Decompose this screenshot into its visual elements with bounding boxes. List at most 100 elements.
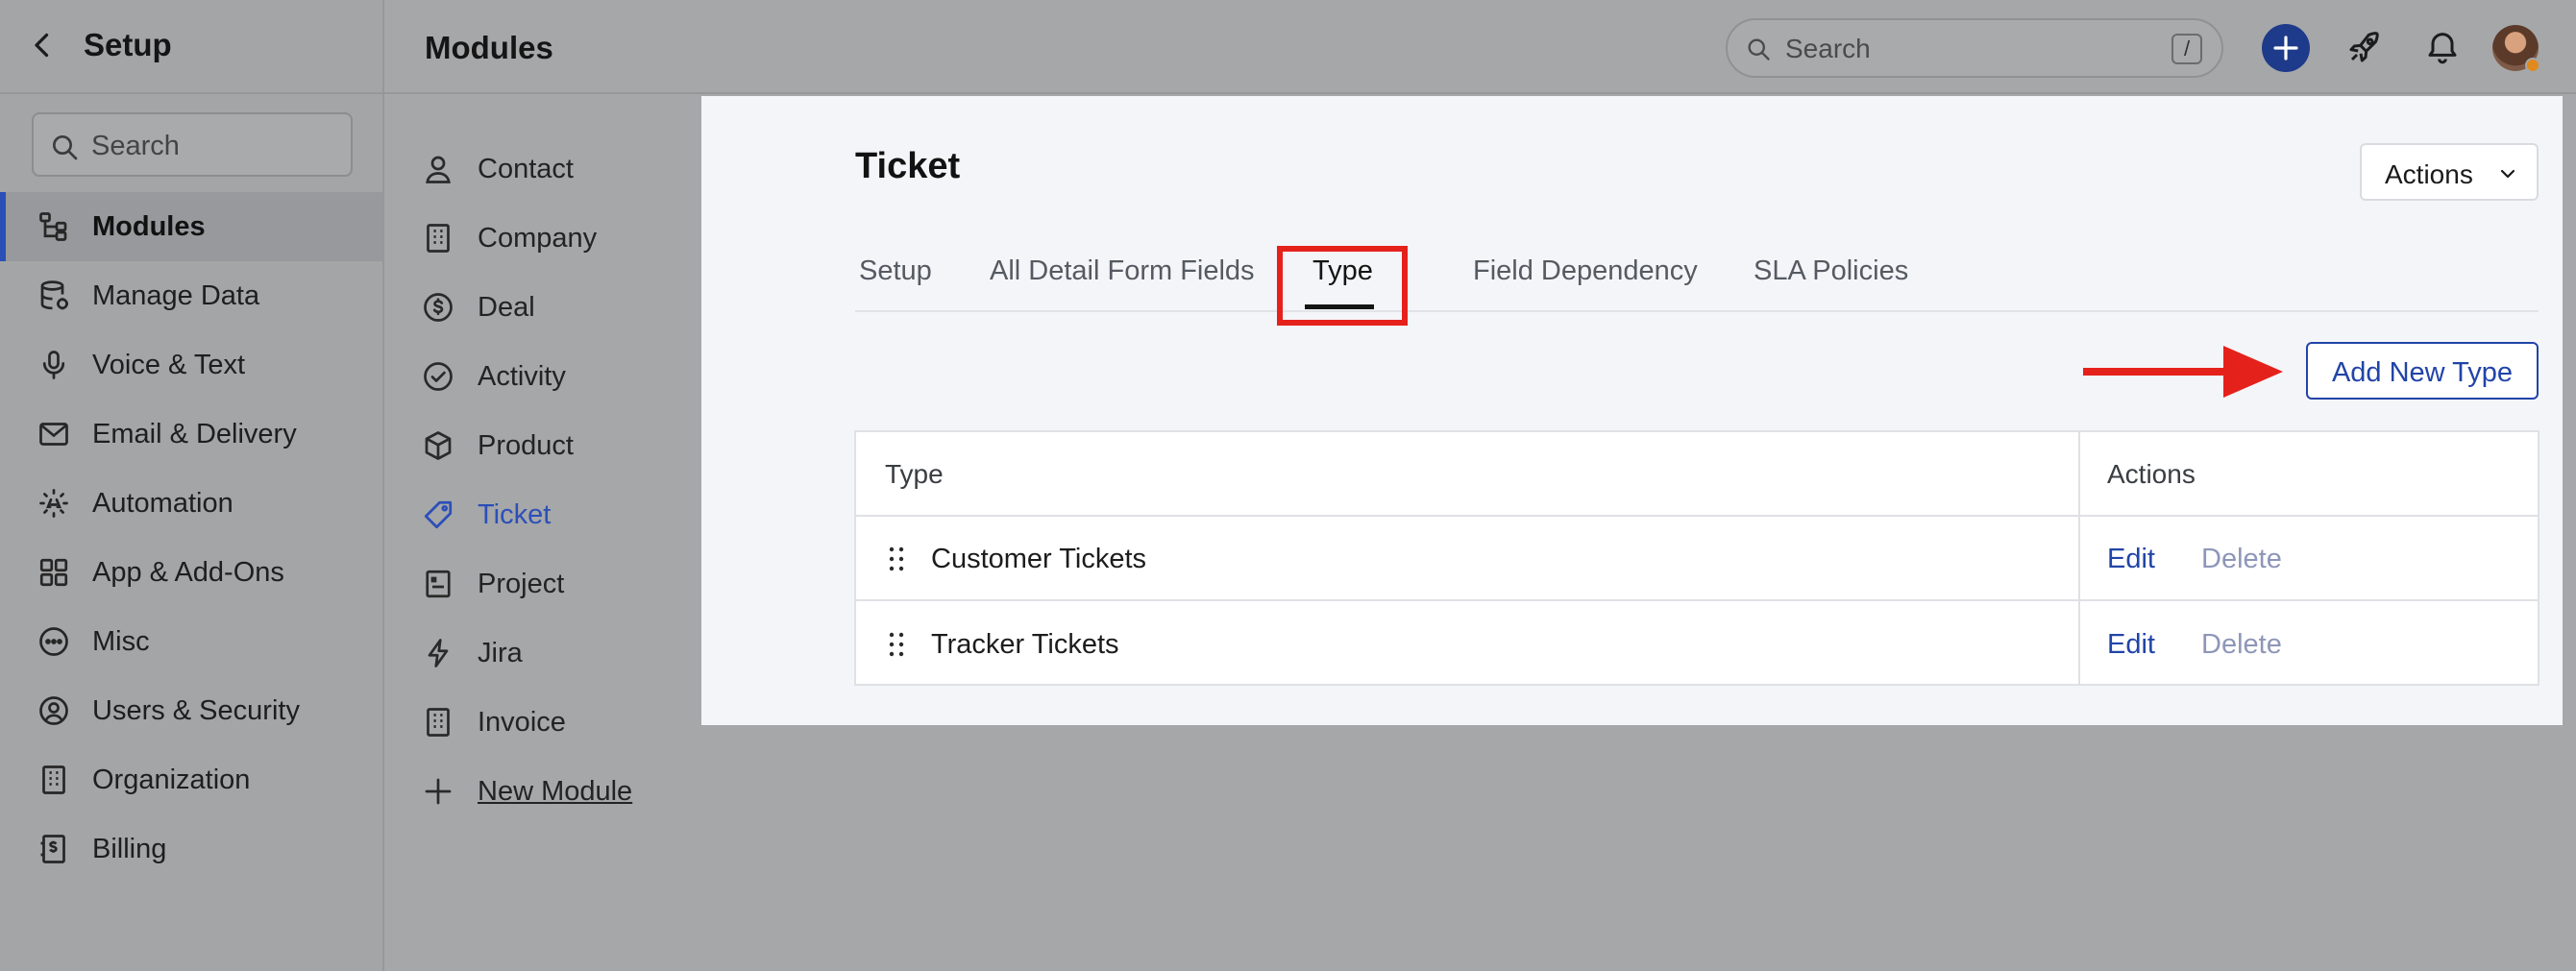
sidebar-item-label: Email & Delivery [92,419,297,449]
sidebar-item-label: Automation [92,488,233,519]
module-item-project[interactable]: Project [384,549,701,619]
sidebar-item-email-delivery[interactable]: Email & Delivery [0,400,382,469]
search-icon [49,132,80,162]
sidebar-item-app-add-ons[interactable]: App & Add-Ons [0,538,382,607]
sidebar-item-label: Billing [92,834,167,864]
receipt-icon [37,832,71,866]
chevron-down-icon [2496,162,2519,185]
panel-title: Ticket [855,146,961,186]
column-header-actions: Actions [2107,459,2196,489]
status-dot-icon [2525,58,2540,73]
sidebar-search-input[interactable] [91,124,341,168]
sidebar-item-users-security[interactable]: Users & Security [0,676,382,745]
page-title: Modules [425,30,553,65]
module-item-deal[interactable]: Deal [384,273,701,342]
module-item-label: Activity [478,361,566,392]
envelope-icon [37,417,71,451]
tab-all-detail-form-fields[interactable]: All Detail Form Fields [990,255,1255,287]
sidebar-search[interactable] [32,112,353,177]
hierarchy-icon [37,209,71,244]
tab-field-dependency[interactable]: Field Dependency [1473,255,1698,287]
type-table: Type Actions Customer Tickets Edit Delet… [854,430,2539,686]
bell-icon[interactable] [2423,28,2462,66]
new-module-button[interactable]: New Module [384,757,701,826]
table-header-row: Type Actions [856,432,2538,517]
module-item-label: Ticket [478,499,552,530]
plus-icon [421,774,455,809]
tag-icon [421,498,455,532]
sidebar-item-voice-text[interactable]: Voice & Text [0,330,382,400]
tab-sla-policies[interactable]: SLA Policies [1754,255,1908,287]
sidebar-header: Setup [0,0,384,94]
module-item-invoice[interactable]: Invoice [384,688,701,757]
sidebar-item-label: Voice & Text [92,350,246,380]
sidebar-item-label: App & Add-Ons [92,557,284,588]
add-new-type-label: Add New Type [2331,357,2514,388]
module-item-label: Jira [478,638,523,668]
sidebar-item-label: Manage Data [92,280,260,311]
module-item-jira[interactable]: Jira [384,619,701,688]
annotation-arrow-icon [2083,346,2283,398]
module-item-label: Deal [478,292,535,323]
module-item-ticket[interactable]: Ticket [384,480,701,549]
box-icon [421,428,455,463]
table-row: Tracker Tickets Edit Delete [856,602,2538,687]
module-item-label: Product [478,430,574,461]
plus-icon[interactable] [2262,24,2310,72]
table-row: Customer Tickets Edit Delete [856,517,2538,601]
module-item-label: Company [478,223,598,254]
rocket-icon[interactable] [2345,28,2384,66]
module-item-contact[interactable]: Contact [384,134,701,204]
ellipsis-circle-icon [37,624,71,659]
sidebar-item-manage-data[interactable]: Manage Data [0,261,382,330]
new-module-label: New Module [478,776,633,807]
delete-link[interactable]: Delete [2201,544,2282,575]
module-list: Contact Company Deal Activity Product Ti… [384,134,701,826]
sidebar-item-organization[interactable]: Organization [0,745,382,814]
building-icon [421,705,455,740]
search-icon [1745,36,1772,62]
top-bar: Modules / [384,0,2576,94]
project-icon [421,567,455,601]
module-item-activity[interactable]: Activity [384,342,701,411]
sidebar-item-billing[interactable]: Billing [0,814,382,884]
tab-setup[interactable]: Setup [859,255,932,287]
sidebar-item-label: Modules [92,211,206,242]
back-arrow-icon[interactable] [25,28,60,62]
actions-dropdown[interactable]: Actions [2360,143,2539,201]
setup-sidebar: Setup Modules Manage Data Voice & Text [0,0,384,971]
type-name: Tracker Tickets [931,629,1119,660]
edit-link[interactable]: Edit [2107,544,2155,575]
module-item-label: Contact [478,154,574,184]
edit-link[interactable]: Edit [2107,629,2155,661]
person-icon [421,152,455,186]
module-item-label: Invoice [478,707,566,738]
automation-icon [37,486,71,521]
sidebar-item-modules[interactable]: Modules [0,192,382,261]
building-icon [37,763,71,797]
drag-handle-icon[interactable] [887,546,906,572]
grid-icon [37,555,71,590]
sidebar-item-misc[interactable]: Misc [0,607,382,676]
active-tab-underline [1305,304,1374,309]
user-avatar[interactable] [2492,25,2540,73]
module-item-label: Project [478,569,565,599]
sidebar-item-automation[interactable]: Automation [0,469,382,538]
drag-handle-icon[interactable] [887,631,906,658]
delete-link[interactable]: Delete [2201,629,2282,661]
sidebar-title: Setup [84,27,172,62]
dollar-circle-icon [421,290,455,325]
module-item-product[interactable]: Product [384,411,701,480]
global-search-input[interactable] [1785,28,2131,70]
module-item-company[interactable]: Company [384,204,701,273]
check-circle-icon [421,359,455,394]
global-search[interactable]: / [1726,18,2223,78]
actions-dropdown-label: Actions [2385,159,2473,189]
tab-type[interactable]: Type [1313,255,1373,287]
type-name: Customer Tickets [931,544,1146,574]
sidebar-item-label: Organization [92,765,251,795]
column-header-type: Type [885,459,944,489]
lightning-icon [421,636,455,670]
add-new-type-button[interactable]: Add New Type [2306,342,2539,400]
sidebar-nav: Modules Manage Data Voice & Text Email &… [0,192,382,884]
